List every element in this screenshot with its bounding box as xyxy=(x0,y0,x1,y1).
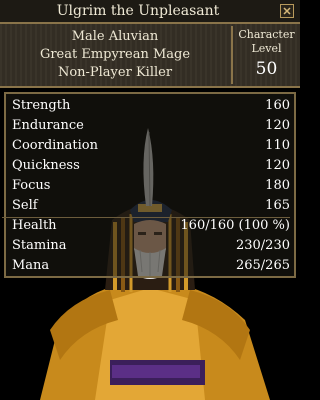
stat-value: 120 xyxy=(265,118,290,133)
stat-label: Mana xyxy=(12,258,50,273)
window-title: Ulgrim the Unpleasant xyxy=(56,3,220,19)
stat-row-endurance[interactable]: Endurance 120 xyxy=(12,116,290,136)
stat-label: Focus xyxy=(12,178,51,193)
stat-value: 230/230 xyxy=(235,238,290,253)
stat-row-focus[interactable]: Focus 180 xyxy=(12,176,290,196)
stat-value: 120 xyxy=(265,158,290,173)
stat-label: Health xyxy=(12,218,57,233)
stat-row-coordination[interactable]: Coordination 110 xyxy=(12,136,290,156)
stat-row-health[interactable]: Health 160/160 (100 %) xyxy=(12,216,290,236)
close-button[interactable] xyxy=(280,4,294,18)
stat-label: Strength xyxy=(12,98,71,113)
character-identity: Male Aluvian Great Empyrean Mage Non-Pla… xyxy=(0,24,230,86)
stat-row-mana[interactable]: Mana 265/265 xyxy=(12,256,290,276)
stat-value: 180 xyxy=(265,178,290,193)
stat-label: Stamina xyxy=(12,238,67,253)
character-info-panel: Male Aluvian Great Empyrean Mage Non-Pla… xyxy=(0,24,300,88)
character-level-value: 50 xyxy=(255,59,278,79)
character-title: Great Empyrean Mage xyxy=(39,47,191,62)
stat-row-self[interactable]: Self 165 xyxy=(12,196,290,216)
stat-label: Endurance xyxy=(12,118,84,133)
stat-label: Self xyxy=(12,198,38,213)
stat-value: 165 xyxy=(265,198,290,213)
stat-value: 110 xyxy=(265,138,290,153)
stat-label: Coordination xyxy=(12,138,98,153)
title-bar[interactable]: Ulgrim the Unpleasant xyxy=(0,0,300,24)
pk-status: Non-Player Killer xyxy=(57,65,173,80)
gender-race: Male Aluvian xyxy=(71,29,159,44)
stat-value: 160/160 (100 %) xyxy=(180,218,290,233)
stat-row-strength[interactable]: Strength 160 xyxy=(12,96,290,116)
stat-value: 265/265 xyxy=(235,258,290,273)
close-icon xyxy=(283,7,291,15)
stat-label: Quickness xyxy=(12,158,80,173)
stat-value: 160 xyxy=(265,98,290,113)
stat-row-quickness[interactable]: Quickness 120 xyxy=(12,156,290,176)
attributes-panel: Strength 160 Endurance 120 Coordination … xyxy=(2,92,296,278)
character-level-label: Character Level xyxy=(238,28,295,55)
stat-row-stamina[interactable]: Stamina 230/230 xyxy=(12,236,290,256)
character-level: Character Level 50 xyxy=(233,24,300,86)
